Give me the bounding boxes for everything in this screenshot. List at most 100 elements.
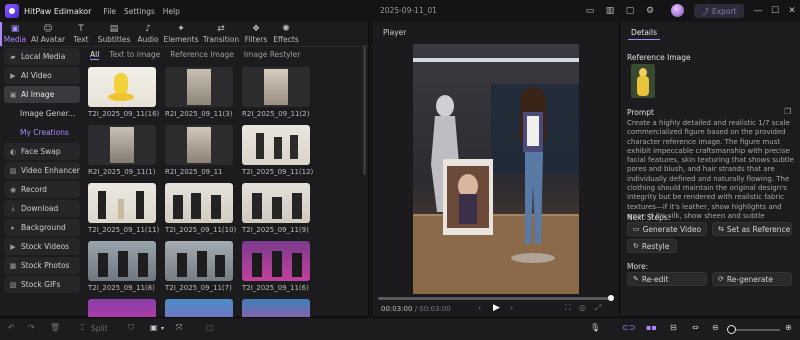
text-tool-icon[interactable]: ▣ — [150, 323, 158, 332]
settings-icon[interactable]: ⚙ — [643, 4, 657, 18]
delete-icon[interactable]: 🗑 — [50, 323, 60, 332]
redo-icon[interactable]: ↷ — [28, 323, 35, 332]
enhancer-icon: ▨ — [9, 166, 17, 175]
marker-icon[interactable]: ⊟ — [670, 323, 677, 332]
panels-icon[interactable]: ▥ — [603, 4, 617, 18]
media-item[interactable]: T2I_2025_09_11(16) — [88, 67, 159, 118]
media-item[interactable]: T2I_2025_09_11(10) — [165, 183, 236, 234]
camera-icon[interactable]: ◎ — [579, 303, 586, 312]
thumbnail — [88, 241, 156, 281]
minimize-icon[interactable]: — — [751, 4, 765, 18]
tab-effects[interactable]: ✺ Effects — [270, 22, 302, 46]
screen-icon[interactable]: ▢ — [623, 4, 637, 18]
sidebar-item-video-enhancer[interactable]: ▨ Video Enhancer — [4, 162, 80, 179]
media-item[interactable]: T2I_2025_09_11(6) — [242, 241, 310, 292]
split-icon[interactable]: ⌶ — [80, 323, 85, 333]
text-icon: T — [78, 24, 84, 34]
close-icon[interactable]: ✕ — [785, 4, 799, 18]
reference-image-heading: Reference Image — [627, 53, 691, 62]
sidebar-item-stock-photos[interactable]: ▦ Stock Photos — [4, 257, 80, 274]
video-viewport[interactable] — [413, 44, 579, 294]
sidebar-item-ai-image[interactable]: ▣ AI Image — [4, 86, 80, 103]
media-item[interactable]: R2I_2025_09_11(3) — [165, 67, 233, 118]
media-item[interactable]: T2I_2025_09_11(7) — [165, 241, 233, 292]
ai-avatar-icon: ☺ — [43, 24, 53, 34]
maximize-icon[interactable]: ☐ — [768, 4, 782, 18]
re-generate-button[interactable]: ⟳ Re-generate — [712, 272, 792, 286]
filter-tab-reference-image[interactable]: Reference Image — [170, 50, 234, 60]
chevron-down-icon[interactable]: ▾ — [161, 325, 164, 332]
next-frame-icon[interactable]: › — [510, 303, 513, 312]
zoom-slider[interactable] — [730, 329, 780, 331]
freeze-icon[interactable]: ▢ — [206, 323, 214, 332]
undo-icon[interactable]: ↶ — [8, 323, 15, 332]
microphone-icon[interactable]: 🎙 — [590, 323, 600, 332]
shield-icon[interactable]: ⛉ — [128, 323, 134, 333]
filter-tab-text-to-image[interactable]: Text to Image — [109, 50, 160, 60]
tab-transition[interactable]: ⇄ Transition — [200, 22, 242, 46]
tab-subtitles[interactable]: ▤ Subtitles — [94, 22, 134, 46]
timeline-toolbar: ↶ ↷ 🗑 ⌶ Split ⛉ ▣ ▾ ⤧ ▢ 🎙 ⊂⊃ ▪▪ ⊟ ⇔ ⊖ ⊕ — [0, 317, 800, 340]
sidebar-item-image-generator[interactable]: Image Gener... — [4, 105, 80, 122]
menu-settings[interactable]: Settings — [124, 7, 155, 16]
export-button[interactable]: ⤴ Export — [694, 4, 744, 18]
snap-icon[interactable]: ▪▪ — [646, 323, 657, 332]
media-item[interactable]: T2I_2025_09_11(8) — [88, 241, 156, 292]
tab-ai-avatar[interactable]: ☺ AI Avatar — [28, 22, 68, 46]
fit-timeline-icon[interactable]: ⇔ — [692, 323, 699, 332]
media-item[interactable]: T2I_2025_09_11(11) — [88, 183, 159, 234]
thumbnail — [165, 183, 233, 223]
menu-help[interactable]: Help — [163, 7, 180, 16]
tab-elements[interactable]: ✦ Elements — [162, 22, 200, 46]
split-label[interactable]: Split — [91, 324, 108, 333]
playback-progress[interactable] — [378, 297, 612, 300]
play-icon[interactable]: ▶ — [493, 303, 500, 313]
zoom-out-icon[interactable]: ⊖ — [712, 323, 719, 332]
sidebar-item-local-media[interactable]: ▰ Local Media — [4, 48, 80, 65]
time-readout: 00:03:00 / 00:03:00 — [381, 305, 451, 313]
crop-icon[interactable]: ⤧ — [176, 323, 182, 333]
tab-media[interactable]: ▣ Media — [0, 22, 28, 46]
media-item[interactable]: T2I_2025_09_11(12) — [242, 125, 313, 176]
media-scrollbar-thumb[interactable] — [363, 45, 366, 175]
zoom-slider-handle[interactable] — [727, 325, 736, 334]
generate-video-button[interactable]: ▭ Generate Video — [627, 222, 707, 236]
set-as-reference-button[interactable]: ⇆ Set as Reference — [712, 222, 792, 236]
sidebar-item-download[interactable]: ⤓ Download — [4, 200, 80, 217]
filter-tab-all[interactable]: All — [90, 50, 100, 60]
reference-image[interactable] — [631, 64, 655, 98]
filter-tab-image-restyler[interactable]: Image Restyler — [244, 50, 300, 60]
folder-icon: ▰ — [10, 52, 16, 61]
restyle-button[interactable]: ↻ Restyle — [627, 239, 677, 253]
media-icon: ▣ — [10, 24, 20, 34]
menu-file[interactable]: File — [103, 7, 116, 16]
media-item[interactable]: R2I_2025_09_11 — [165, 125, 233, 176]
background-icon: ▸ — [11, 223, 15, 232]
tab-details[interactable]: Details — [628, 26, 660, 40]
playback-progress-handle[interactable] — [608, 295, 614, 301]
layout-icon[interactable]: ▭ — [583, 4, 597, 18]
sidebar-item-face-swap[interactable]: ◐ Face Swap — [4, 143, 80, 160]
side-nav: ▰ Local Media ▶ AI Video ▣ AI Image Image G… — [4, 48, 80, 295]
sidebar-item-my-creations[interactable]: My Creations — [4, 124, 80, 141]
sidebar-item-record[interactable]: ◉ Record — [4, 181, 80, 198]
sidebar-item-stock-videos[interactable]: ▶ Stock Videos — [4, 238, 80, 255]
zoom-in-icon[interactable]: ⊕ — [785, 323, 792, 332]
prev-frame-icon[interactable]: ‹ — [478, 303, 481, 312]
sidebar-item-stock-gifs[interactable]: ▧ Stock GIFs — [4, 276, 80, 293]
sidebar-item-background[interactable]: ▸ Background — [4, 219, 80, 236]
reference-icon: ⇆ — [718, 225, 724, 233]
sidebar-item-ai-video[interactable]: ▶ AI Video — [4, 67, 80, 84]
fit-icon[interactable]: ⛶ — [565, 303, 571, 313]
media-item[interactable]: T2I_2025_09_11(9) — [242, 183, 310, 234]
link-icon[interactable]: ⊂⊃ — [622, 323, 635, 332]
media-item[interactable]: R2I_2025_09_11(1) — [88, 125, 156, 176]
tab-audio[interactable]: ♪ Audio — [134, 22, 162, 46]
tab-filters[interactable]: ❖ Filters — [242, 22, 270, 46]
media-item[interactable]: R2I_2025_09_11(2) — [242, 67, 310, 118]
user-avatar[interactable] — [671, 4, 684, 17]
copy-icon[interactable]: ❐ — [784, 107, 791, 116]
re-edit-button[interactable]: ✎ Re-edit — [627, 272, 707, 286]
tab-text[interactable]: T Text — [68, 22, 94, 46]
fullscreen-icon[interactable]: ⤢ — [595, 303, 601, 313]
